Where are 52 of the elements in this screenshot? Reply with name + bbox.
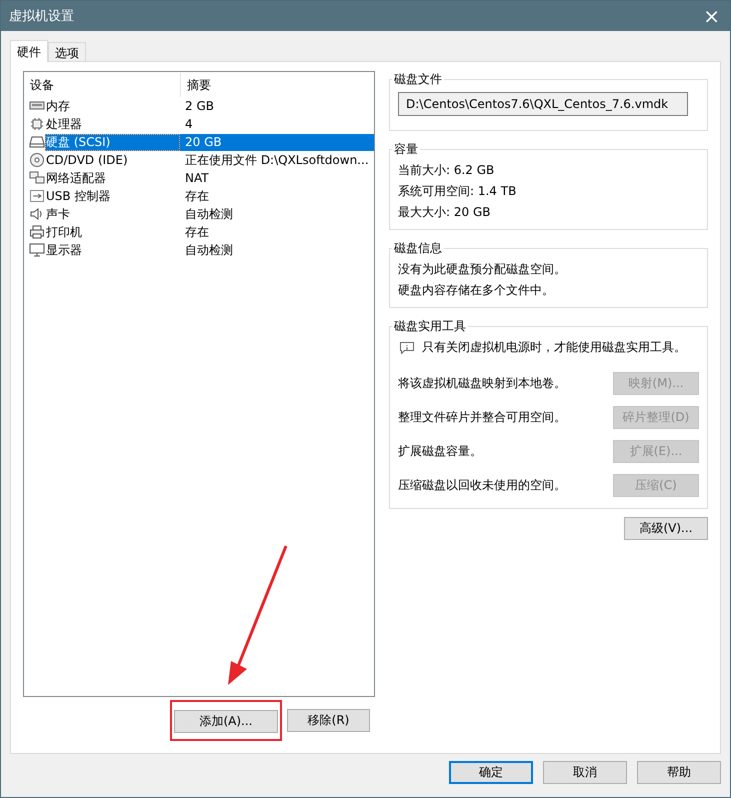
device-name[interactable]: 显示器 [45, 242, 180, 258]
info-icon [400, 342, 414, 354]
device-summary: 2 GB [184, 98, 215, 114]
window-title: 虚拟机设置 [9, 8, 74, 25]
column-header[interactable]: 摘要 [181, 73, 217, 97]
dialog-button[interactable]: 确定 [449, 761, 533, 784]
monitor-icon [29, 242, 45, 258]
column-header[interactable]: 设备 [24, 73, 181, 97]
device-summary: NAT [184, 170, 210, 186]
device-button[interactable]: 移除(R) [287, 708, 370, 732]
device-name[interactable]: 硬盘 (SCSI) [45, 134, 180, 150]
notice-text: 只有关闭虚拟机电源时，才能使用磁盘实用工具。 [422, 339, 686, 356]
device-summary: 自动检测 [184, 206, 234, 222]
action-description: 扩展磁盘容量。 [398, 442, 482, 460]
device-name[interactable]: 网络适配器 [45, 170, 180, 186]
action-description: 将该虚拟机磁盘映射到本地卷。 [398, 374, 566, 392]
advanced-button[interactable]: 高级(V)... [624, 517, 708, 540]
network-icon [29, 170, 45, 186]
tab[interactable]: 选项 [48, 42, 86, 61]
device-name[interactable]: 打印机 [45, 224, 180, 240]
device-name[interactable]: 处理器 [45, 116, 180, 132]
device-button[interactable]: 添加(A)... [174, 710, 278, 732]
device-name[interactable]: CD/DVD (IDE) [45, 152, 180, 168]
group-title: 磁盘文件 [393, 71, 443, 88]
disc-icon [29, 152, 45, 168]
disk-path-field[interactable]: D:\Centos\Centos7.6\QXL_Centos_7.6.vmdk [398, 92, 688, 116]
group-title: 磁盘信息 [393, 240, 443, 257]
action-description: 整理文件碎片并整合可用空间。 [398, 408, 566, 426]
device-name[interactable]: 内存 [45, 98, 180, 114]
processor-icon [29, 116, 45, 132]
device-name[interactable]: USB 控制器 [45, 188, 180, 204]
capacity-text: 最大大小: 20 GB [398, 204, 492, 221]
group-title: 容量 [393, 141, 419, 158]
action-description: 压缩磁盘以回收未使用的空间。 [398, 476, 566, 494]
device-summary: 4 [184, 116, 194, 132]
capacity-text: 当前大小: 6.2 GB [398, 162, 496, 179]
printer-icon [29, 224, 45, 240]
capacity-text: 系统可用空间: 1.4 TB [398, 183, 518, 200]
device-summary: 正在使用文件 D:\QXLsoftdown... [184, 152, 370, 168]
dialog-button[interactable]: 帮助 [637, 761, 721, 784]
close-button[interactable]: × [699, 6, 724, 26]
info-text: 硬盘内容存储在多个文件中。 [398, 282, 555, 299]
tab[interactable]: 硬件 [10, 40, 48, 62]
device-summary: 存在 [184, 188, 210, 204]
group-title: 磁盘实用工具 [393, 318, 467, 335]
dialog-button[interactable]: 取消 [543, 761, 627, 784]
device-summary: 自动检测 [184, 242, 234, 258]
device-summary: 20 GB [180, 134, 374, 150]
device-summary: 存在 [184, 224, 210, 240]
info-text: 没有为此硬盘预分配磁盘空间。 [398, 261, 567, 278]
device-name[interactable]: 声卡 [45, 206, 180, 222]
usb-icon [29, 188, 45, 204]
